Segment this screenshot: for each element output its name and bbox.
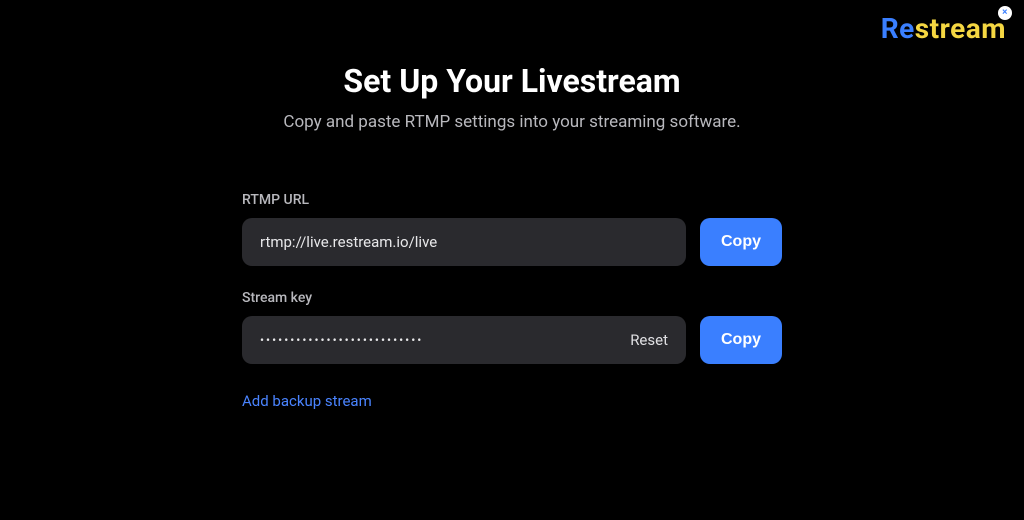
reset-stream-key-link[interactable]: Reset xyxy=(630,331,668,349)
stream-key-row: ••••••••••••••••••••••••••• Reset Copy xyxy=(242,316,782,364)
add-backup-stream-link[interactable]: Add backup stream xyxy=(242,392,372,410)
setup-panel: Set Up Your Livestream Copy and paste RT… xyxy=(232,0,792,410)
form-area: RTMP URL rtmp://live.restream.io/live Co… xyxy=(242,192,782,410)
rtmp-url-value: rtmp://live.restream.io/live xyxy=(260,233,437,251)
rtmp-url-field[interactable]: rtmp://live.restream.io/live xyxy=(242,218,686,266)
stream-key-value-masked: ••••••••••••••••••••••••••• xyxy=(260,333,423,347)
close-icon[interactable]: × xyxy=(998,6,1012,20)
brand-logo-part2: stream xyxy=(915,12,1006,45)
rtmp-url-label: RTMP URL xyxy=(242,192,782,208)
brand-logo-part1: Re xyxy=(881,12,915,45)
brand-logo: Restream × xyxy=(881,12,1006,45)
rtmp-url-row: rtmp://live.restream.io/live Copy xyxy=(242,218,782,266)
brand-logo-text: Restream × xyxy=(881,12,1006,45)
stream-key-field[interactable]: ••••••••••••••••••••••••••• Reset xyxy=(242,316,686,364)
page-subtitle: Copy and paste RTMP settings into your s… xyxy=(232,112,792,132)
copy-stream-key-button[interactable]: Copy xyxy=(700,316,782,364)
copy-rtmp-button[interactable]: Copy xyxy=(700,218,782,266)
stream-key-label: Stream key xyxy=(242,290,782,306)
page-title: Set Up Your Livestream xyxy=(232,62,792,100)
